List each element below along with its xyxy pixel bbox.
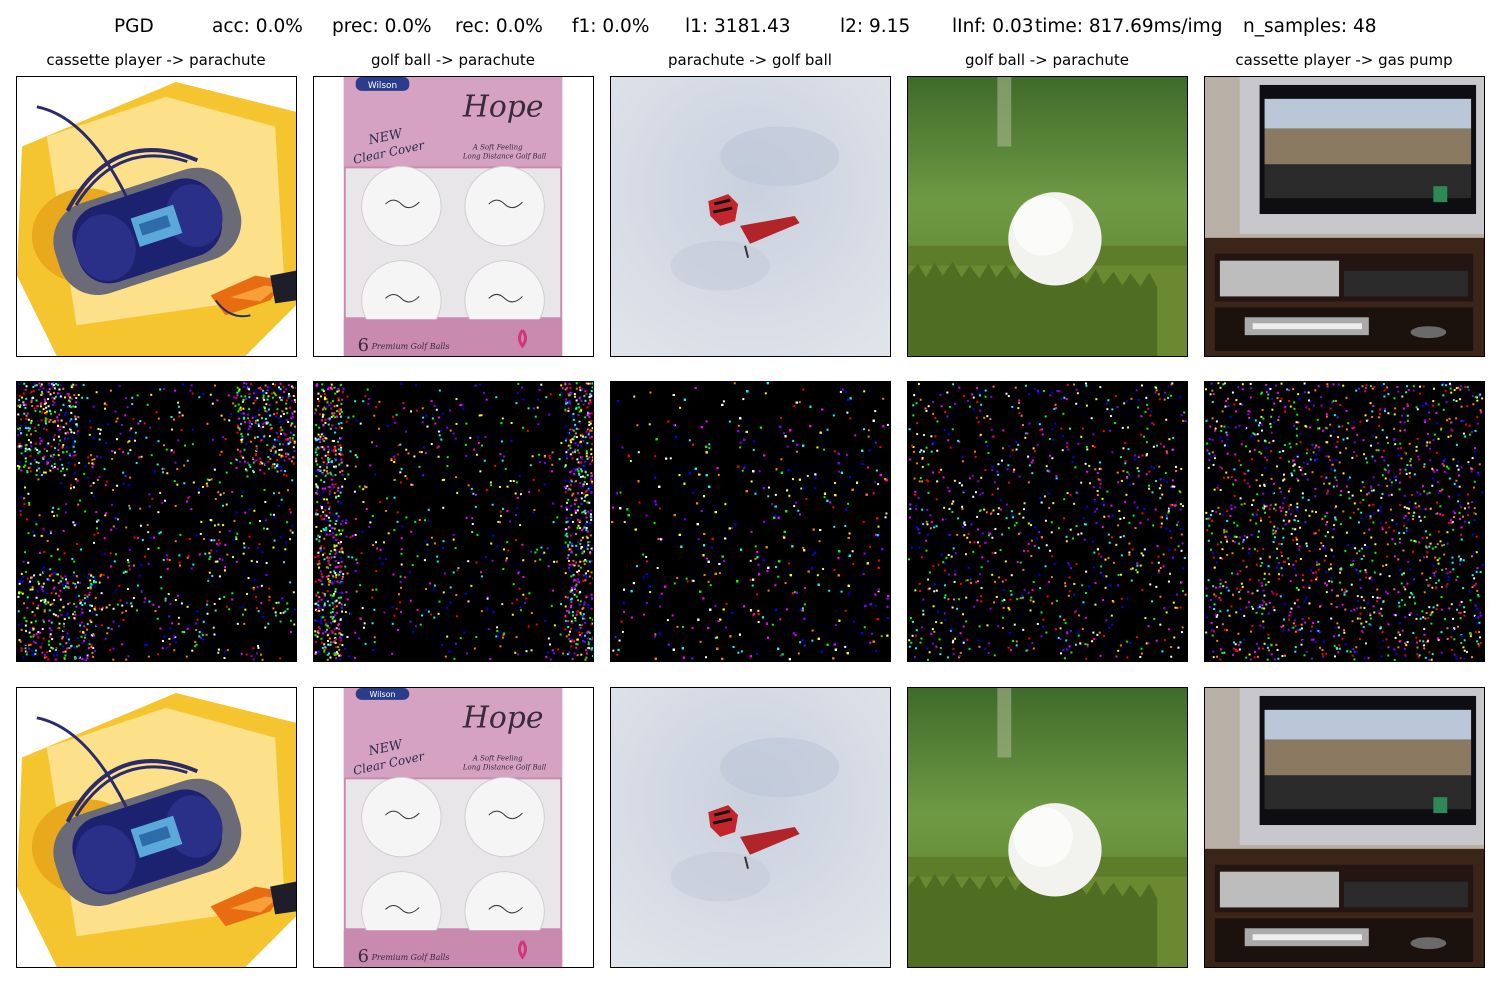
perturbation-noise <box>314 382 593 661</box>
box-footer: Premium Golf Balls <box>371 342 450 351</box>
original-image-3 <box>610 76 891 357</box>
tagline-2: Long Distance Golf Ball <box>462 152 546 160</box>
perturbation-image-3 <box>610 381 891 662</box>
perturbation-noise <box>611 382 890 661</box>
perturbation-image-2 <box>313 381 594 662</box>
l2-metric: l2: 9.15 <box>840 16 911 37</box>
box-count: 6 <box>358 946 369 967</box>
recall-metric: rec: 0.0% <box>455 16 543 37</box>
original-image-4 <box>907 76 1188 357</box>
perturbation-image-5 <box>1204 381 1485 662</box>
script-text: Hope <box>462 90 544 125</box>
n-samples-metric: n_samples: 48 <box>1243 16 1377 37</box>
f1-metric: f1: 0.0% <box>572 16 650 37</box>
perturbation-noise <box>17 382 296 661</box>
golf-ball-on-grass <box>908 688 1187 967</box>
parachute-in-sky <box>611 688 890 967</box>
golf-ball-box: Wilson Hope NEW Clear Cover A Soft Feeli… <box>314 688 593 967</box>
tagline-2: Long Distance Golf Ball <box>462 763 546 771</box>
box-footer: Premium Golf Balls <box>371 953 450 962</box>
script-text: Hope <box>462 701 544 736</box>
tv-and-stereo-cabinet <box>1205 688 1484 967</box>
adversarial-image-2: Wilson Hope NEW Clear Cover A Soft Feeli… <box>313 687 594 968</box>
column-title-3: parachute -> golf ball <box>668 51 832 69</box>
boombox-illustration <box>17 77 296 356</box>
boombox-illustration <box>17 688 296 967</box>
column-title-4: golf ball -> parachute <box>965 51 1129 69</box>
method-label: PGD <box>114 16 154 37</box>
golf-ball-box: Wilson Hope NEW Clear Cover A Soft Feeli… <box>314 77 593 356</box>
column-title-2: golf ball -> parachute <box>371 51 535 69</box>
original-image-1 <box>16 76 297 357</box>
adversarial-image-5 <box>1204 687 1485 968</box>
perturbation-noise <box>908 382 1187 661</box>
precision-metric: prec: 0.0% <box>332 16 432 37</box>
metrics-header: PGD acc: 0.0% prec: 0.0% rec: 0.0% f1: 0… <box>0 16 1500 42</box>
tagline-1: A Soft Feeling <box>472 754 523 762</box>
time-metric: time: 817.69ms/img <box>1035 16 1223 37</box>
perturbation-image-4 <box>907 381 1188 662</box>
column-title-5: cassette player -> gas pump <box>1235 51 1453 69</box>
original-image-2: Wilson Hope NEW Clear Cover A Soft Feeli… <box>313 76 594 357</box>
box-count: 6 <box>358 335 369 356</box>
l1-metric: l1: 3181.43 <box>685 16 791 37</box>
perturbation-image-1 <box>16 381 297 662</box>
adversarial-image-4 <box>907 687 1188 968</box>
adversarial-image-1 <box>16 687 297 968</box>
column-title-1: cassette player -> parachute <box>46 51 266 69</box>
parachute-in-sky <box>611 77 890 356</box>
perturbation-noise <box>1205 382 1484 661</box>
golf-ball-on-grass <box>908 77 1187 356</box>
tagline-1: A Soft Feeling <box>472 143 523 151</box>
original-image-5 <box>1204 76 1485 357</box>
tv-and-stereo-cabinet <box>1205 77 1484 356</box>
linf-metric: lInf: 0.03 <box>952 16 1034 37</box>
brand-text: Wilson <box>368 81 397 91</box>
brand-text: Wilson <box>369 690 395 699</box>
adversarial-image-3 <box>610 687 891 968</box>
accuracy-metric: acc: 0.0% <box>212 16 303 37</box>
